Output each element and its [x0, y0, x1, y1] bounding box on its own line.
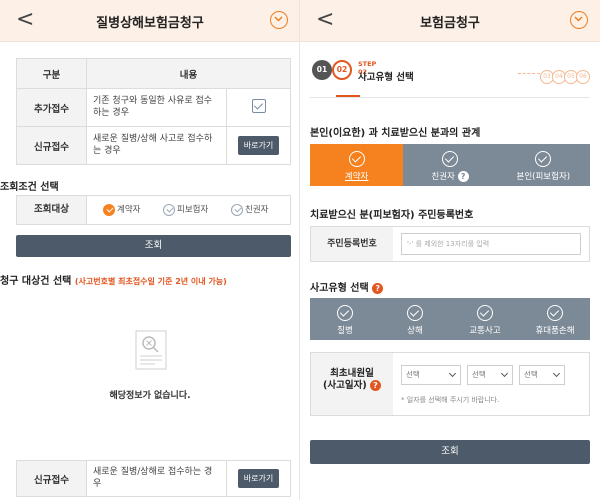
header: < 보험금청구: [300, 0, 600, 42]
help-icon[interactable]: ?: [369, 380, 381, 392]
accident-title-text: 사고유형 선택: [310, 283, 369, 294]
date-note: * 일자를 선택해 주시기 바랍니다.: [401, 396, 500, 404]
divider: [310, 97, 590, 98]
relation-option-guardian[interactable]: 친권자 ?: [403, 144, 496, 186]
relation-option-label: 친권자: [431, 172, 455, 182]
help-icon[interactable]: ?: [457, 171, 469, 182]
check-circle-icon: [477, 305, 493, 321]
accident-option-illness[interactable]: 질병: [310, 298, 380, 340]
radio-label: 피보험자: [177, 205, 209, 215]
page-title: 질병상해보험금청구: [96, 16, 204, 31]
receipt-type-table: 구분 내용 추가접수 기존 청구와 동일한 사유로 접수하는 경우 신규접수 새…: [16, 58, 291, 165]
condition-section-title: 조회조건 선택: [0, 182, 59, 193]
relation-option-label: 본인(피보험자): [516, 172, 571, 182]
check-circle-icon: [348, 151, 365, 167]
date-label-line2: (사고일자): [323, 380, 367, 392]
accident-option-label: 교통사고: [469, 326, 501, 336]
radio-label: 계약자: [117, 205, 141, 215]
left-screen: < 질병상해보험금청구 구분 내용 추가접수 기존 청구와 동일한 사유로 접수…: [0, 0, 300, 500]
radio-contractor[interactable]: 계약자: [103, 203, 140, 216]
relation-option-label: 계약자: [344, 172, 369, 182]
page-title: 보험금청구: [420, 16, 480, 31]
row-desc-new: 새로운 질병/상해로 접수하는 경우: [86, 460, 227, 497]
empty-state-text: 해당정보가 없습니다.: [109, 391, 191, 401]
bottom-receipt-table: 신규접수 새로운 질병/상해로 접수하는 경우 바로가기: [16, 460, 291, 497]
month-select[interactable]: 선택: [467, 365, 513, 385]
chevron-down-icon[interactable]: [270, 11, 288, 29]
radio-unchecked-icon: [163, 203, 175, 216]
date-box: 최초내원일 (사고일자) ? 선택 선택 선택 * 일자를 선택해 주시기 바랍…: [310, 352, 590, 416]
check-circle-icon: [535, 151, 552, 167]
radio-unchecked-icon: [231, 203, 243, 216]
relation-segment: 계약자 친권자 ? 본인(피보험자): [310, 144, 590, 186]
accident-option-injury[interactable]: 상해: [380, 298, 450, 340]
accident-option-label: 질병: [337, 326, 353, 336]
relation-option-contractor[interactable]: 계약자: [310, 144, 404, 186]
accident-option-label: 상해: [407, 326, 423, 336]
radio-label: 친권자: [245, 205, 269, 215]
id-box: 주민등록번호 '-' 를 제외한 13자리를 입력: [310, 226, 590, 262]
table-header-type: 구분: [16, 58, 87, 89]
check-circle-icon: [337, 305, 353, 321]
table-header-content: 내용: [86, 58, 291, 89]
document-search-icon: [135, 330, 167, 370]
row-label-additional: 추가접수: [16, 88, 87, 127]
date-label: 최초내원일 (사고일자) ?: [311, 353, 393, 415]
day-select[interactable]: 선택: [519, 365, 565, 385]
claims-title-text: 청구 대상건 선택: [0, 276, 72, 287]
year-select[interactable]: 선택: [401, 365, 461, 385]
search-button[interactable]: 조회: [310, 440, 590, 464]
check-circle-icon: [407, 305, 423, 321]
step-current: 02: [332, 60, 352, 80]
check-circle-icon: [441, 151, 458, 167]
step-upcoming: 06: [576, 70, 590, 84]
step-completed: 01: [312, 60, 332, 80]
radio-insured[interactable]: 피보험자: [163, 203, 208, 216]
header: < 질병상해보험금청구: [0, 0, 299, 42]
check-circle-icon: [547, 305, 563, 321]
upcoming-steps: 03 04 05 06: [518, 63, 590, 84]
additional-receipt-checkbox[interactable]: [251, 99, 266, 113]
row-label-new: 신규접수: [16, 126, 87, 165]
condition-label: 조회대상: [17, 196, 87, 224]
search-button[interactable]: 조회: [16, 235, 291, 257]
resident-number-input[interactable]: '-' 를 제외한 13자리를 입력: [401, 233, 581, 255]
step-label: 사고유형 선택: [358, 72, 414, 83]
accident-segment: 질병 상해 교통사고 휴대품손해: [310, 298, 590, 340]
id-section-title: 치료받으신 분(피보험자) 주민등록번호: [310, 210, 474, 221]
radio-guardian[interactable]: 친권자: [231, 203, 268, 216]
claims-note: (사고번호별 최초접수일 기준 2년 이내 가능): [74, 277, 227, 286]
right-screen: < 보험금청구 01 02 STEP 02 사고유형 선택 03 04 05 06 본…: [300, 0, 600, 500]
accident-option-traffic[interactable]: 교통사고: [450, 298, 520, 340]
relation-section-title: 본인(이요한) 과 치료받으신 분과의 관계: [310, 128, 481, 139]
relation-option-self[interactable]: 본인(피보험자): [497, 144, 590, 186]
id-label: 주민등록번호: [311, 227, 393, 261]
chevron-down-icon[interactable]: [570, 11, 588, 29]
accident-section-title: 사고유형 선택 ?: [310, 279, 384, 294]
row-desc-additional: 기존 청구와 동일한 사유로 접수하는 경우: [86, 88, 227, 127]
claims-section-title: 청구 대상건 선택 (사고번호별 최초접수일 기준 2년 이내 가능): [0, 272, 227, 287]
condition-box: 조회대상 계약자 피보험자 친권자: [16, 195, 291, 225]
radio-checked-icon: [103, 203, 115, 216]
new-receipt-shortcut-button[interactable]: 바로가기: [237, 469, 280, 488]
accident-option-label: 휴대품손해: [535, 326, 575, 336]
row-label-new: 신규접수: [16, 460, 87, 497]
row-desc-new: 새로운 질병/상해 사고로 접수하는 경우: [86, 126, 227, 165]
help-icon[interactable]: ?: [372, 282, 384, 294]
step-connector: [518, 73, 540, 74]
new-receipt-shortcut-button[interactable]: 바로가기: [237, 136, 280, 155]
accident-option-belongings[interactable]: 휴대품손해: [520, 298, 590, 340]
date-label-line1: 최초내원일: [330, 368, 374, 379]
